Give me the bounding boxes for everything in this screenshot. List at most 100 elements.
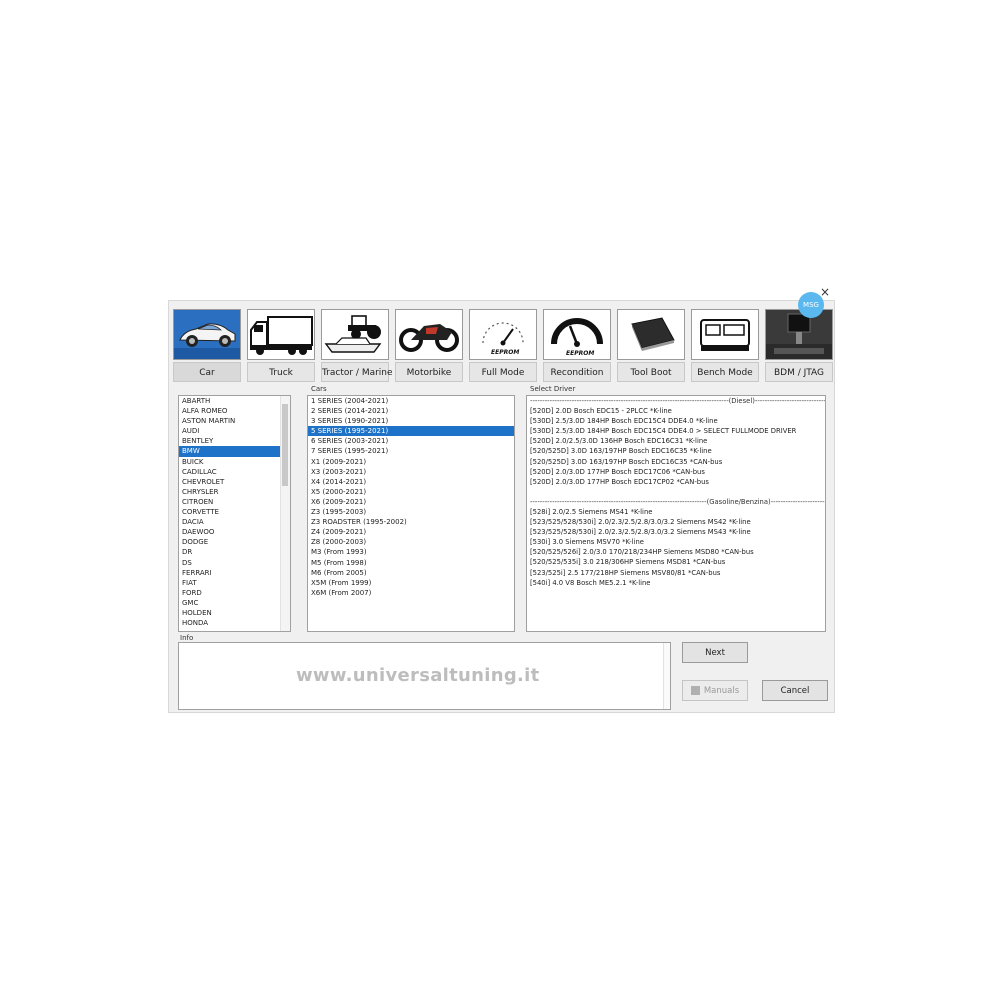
- car-model-item[interactable]: 6 SERIES (2003-2021): [308, 436, 514, 446]
- brand-list-item[interactable]: FERRARI: [179, 568, 290, 578]
- driver-item[interactable]: [530D] 2.5/3.0D 184HP Bosch EDC15C4 DDE4…: [527, 426, 825, 436]
- car-model-item[interactable]: 5 SERIES (1995-2021): [308, 426, 514, 437]
- brand-list-item[interactable]: CADILLAC: [179, 467, 290, 477]
- motorbike-icon: [395, 309, 463, 360]
- gauge-recondition-icon: EEPROM: [543, 309, 611, 360]
- driver-item[interactable]: [520D] 2.0/2.5/3.0D 136HP Bosch EDC16C31…: [527, 436, 825, 446]
- brand-list-item[interactable]: DACIA: [179, 517, 290, 527]
- tool-bench-mode[interactable]: Bench Mode: [691, 309, 759, 382]
- svg-text:EEPROM: EEPROM: [491, 349, 519, 356]
- car-items: 1 SERIES (2004-2021) 2 SERIES (2014-2021)…: [308, 396, 514, 598]
- scrollbar-thumb[interactable]: [282, 404, 288, 486]
- cars-group-label: Cars: [309, 385, 329, 393]
- brand-list-item[interactable]: HOLDEN: [179, 608, 290, 618]
- driver-item[interactable]: [520/525/526i] 2.0/3.0 170/218/234HP Sie…: [527, 547, 825, 557]
- driver-item[interactable]: [523/525/528/530i] 2.0/2.3/2.5/2.8/3.0/3…: [527, 517, 825, 527]
- car-model-item[interactable]: Z8 (2000-2003): [308, 537, 514, 547]
- car-model-item[interactable]: X6M (From 2007): [308, 588, 514, 598]
- tool-car[interactable]: Car: [173, 309, 241, 382]
- car-model-item[interactable]: M3 (From 1993): [308, 547, 514, 557]
- brand-list-item[interactable]: CHRYSLER: [179, 487, 290, 497]
- car-model-item[interactable]: M5 (From 1998): [308, 558, 514, 568]
- cars-list[interactable]: 1 SERIES (2004-2021) 2 SERIES (2014-2021)…: [307, 395, 515, 632]
- tool-truck[interactable]: Truck: [247, 309, 315, 382]
- driver-list[interactable]: ----------------------------------------…: [526, 395, 826, 632]
- brand-list-item[interactable]: GMC: [179, 598, 290, 608]
- tool-tool-boot[interactable]: Tool Boot: [617, 309, 685, 382]
- brand-list-scrollbar[interactable]: [280, 396, 290, 631]
- driver-item[interactable]: [520D] 2.0D Bosch EDC15 - 2PLCC *K-line: [527, 406, 825, 416]
- brand-list-item[interactable]: FORD: [179, 588, 290, 598]
- car-model-item[interactable]: Z3 (1995-2003): [308, 507, 514, 517]
- car-model-item[interactable]: X5M (From 1999): [308, 578, 514, 588]
- driver-item[interactable]: [520/525D] 3.0D 163/197HP Bosch EDC16C35…: [527, 446, 825, 456]
- tool-full-mode[interactable]: EEPROM Full Mode: [469, 309, 537, 382]
- brand-list-item[interactable]: BENTLEY: [179, 436, 290, 446]
- driver-item[interactable]: [523/525i] 2.5 177/218HP Siemens MSV80/8…: [527, 568, 825, 578]
- brand-list[interactable]: ABARTH ALFA ROMEO ASTON MARTIN AUDI BENTLEY B…: [178, 395, 291, 632]
- driver-item[interactable]: [520D] 2.0/3.0D 177HP Bosch EDC17CP02 *C…: [527, 477, 825, 487]
- tool-tool-boot-label: Tool Boot: [617, 362, 685, 382]
- driver-item[interactable]: [540i] 4.0 V8 Bosch ME5.2.1 *K-line: [527, 578, 825, 588]
- brand-list-item[interactable]: BMW: [179, 446, 290, 457]
- tool-bdm-jtag-label: BDM / JTAG: [765, 362, 833, 382]
- car-model-item[interactable]: 1 SERIES (2004-2021): [308, 396, 514, 406]
- tool-recondition[interactable]: EEPROM Recondition: [543, 309, 611, 382]
- car-model-item[interactable]: X3 (2003-2021): [308, 467, 514, 477]
- driver-item[interactable]: [530D] 2.5/3.0D 184HP Bosch EDC15C4 DDE4…: [527, 416, 825, 426]
- book-icon: [690, 686, 700, 695]
- brand-items: ABARTH ALFA ROMEO ASTON MARTIN AUDI BENTLEY B…: [179, 396, 290, 628]
- diesel-header: ----------------------------------------…: [530, 397, 826, 405]
- brand-list-item[interactable]: DS: [179, 558, 290, 568]
- car-model-item[interactable]: X5 (2000-2021): [308, 487, 514, 497]
- svg-text:EEPROM: EEPROM: [566, 350, 594, 357]
- brand-list-item[interactable]: AUDI: [179, 426, 290, 436]
- brand-list-item[interactable]: DAEWOO: [179, 527, 290, 537]
- brand-list-item[interactable]: BUICK: [179, 457, 290, 467]
- select-driver-label: Select Driver: [528, 385, 578, 393]
- tool-bench-mode-label: Bench Mode: [691, 362, 759, 382]
- gasoline-items: [528i] 2.0/2.5 Siemens MS41 *K-line [523/…: [527, 507, 825, 588]
- driver-item[interactable]: [523/525/528/530i] 2.0/2.3/2.5/2.8/3.0/3…: [527, 527, 825, 537]
- tool-bdm-jtag[interactable]: BDM / JTAG: [765, 309, 833, 382]
- car-model-item[interactable]: 2 SERIES (2014-2021): [308, 406, 514, 416]
- brand-list-item[interactable]: ABARTH: [179, 396, 290, 406]
- car-model-item[interactable]: X6 (2009-2021): [308, 497, 514, 507]
- tool-tractor-marine[interactable]: Tractor / Marine: [321, 309, 393, 382]
- cancel-button[interactable]: Cancel: [762, 680, 828, 701]
- car-model-item[interactable]: X4 (2014-2021): [308, 477, 514, 487]
- next-button[interactable]: Next: [682, 642, 748, 663]
- tool-tractor-marine-label: Tractor / Marine: [321, 362, 393, 382]
- driver-item[interactable]: [520/525D] 3.0D 163/197HP Bosch EDC16C35…: [527, 457, 825, 467]
- driver-spacer: [527, 487, 825, 497]
- brand-list-item[interactable]: HONDA: [179, 618, 290, 628]
- car-model-item[interactable]: X1 (2009-2021): [308, 457, 514, 467]
- driver-item[interactable]: [528i] 2.0/2.5 Siemens MS41 *K-line: [527, 507, 825, 517]
- brand-list-item[interactable]: CHEVROLET: [179, 477, 290, 487]
- vehicle-type-toolbar: Car Truck Tractor / Marine Motorbike EEP…: [173, 309, 833, 383]
- brand-list-item[interactable]: CITROEN: [179, 497, 290, 507]
- driver-item[interactable]: [520D] 2.0/3.0D 177HP Bosch EDC17C06 *CA…: [527, 467, 825, 477]
- brand-list-item[interactable]: FIAT: [179, 578, 290, 588]
- car-model-item[interactable]: Z3 ROADSTER (1995-2002): [308, 517, 514, 527]
- car-model-item[interactable]: 3 SERIES (1990-2021): [308, 416, 514, 426]
- info-scrollbar[interactable]: [663, 643, 670, 709]
- truck-icon: [247, 309, 315, 360]
- tool-motorbike[interactable]: Motorbike: [395, 309, 463, 382]
- driver-item[interactable]: [530i] 3.0 Siemens MSV70 *K-line: [527, 537, 825, 547]
- driver-item[interactable]: [520/525/535i] 3.0 218/306HP Siemens MSD…: [527, 557, 825, 567]
- car-model-item[interactable]: M6 (From 2005): [308, 568, 514, 578]
- notification-badge[interactable]: MSG: [798, 292, 824, 318]
- bdm-probe-icon: [765, 309, 833, 360]
- app-window: Car Truck Tractor / Marine Motorbike EEP…: [169, 301, 834, 712]
- car-model-item[interactable]: Z4 (2009-2021): [308, 527, 514, 537]
- car-icon: [173, 309, 241, 360]
- car-model-item[interactable]: 7 SERIES (1995-2021): [308, 446, 514, 456]
- brand-list-item[interactable]: CORVETTE: [179, 507, 290, 517]
- brand-list-item[interactable]: DODGE: [179, 537, 290, 547]
- brand-list-item[interactable]: ALFA ROMEO: [179, 406, 290, 416]
- brand-list-item[interactable]: DR: [179, 547, 290, 557]
- brand-list-item[interactable]: ASTON MARTIN: [179, 416, 290, 426]
- manuals-button[interactable]: Manuals: [682, 680, 748, 701]
- tool-truck-label: Truck: [247, 362, 315, 382]
